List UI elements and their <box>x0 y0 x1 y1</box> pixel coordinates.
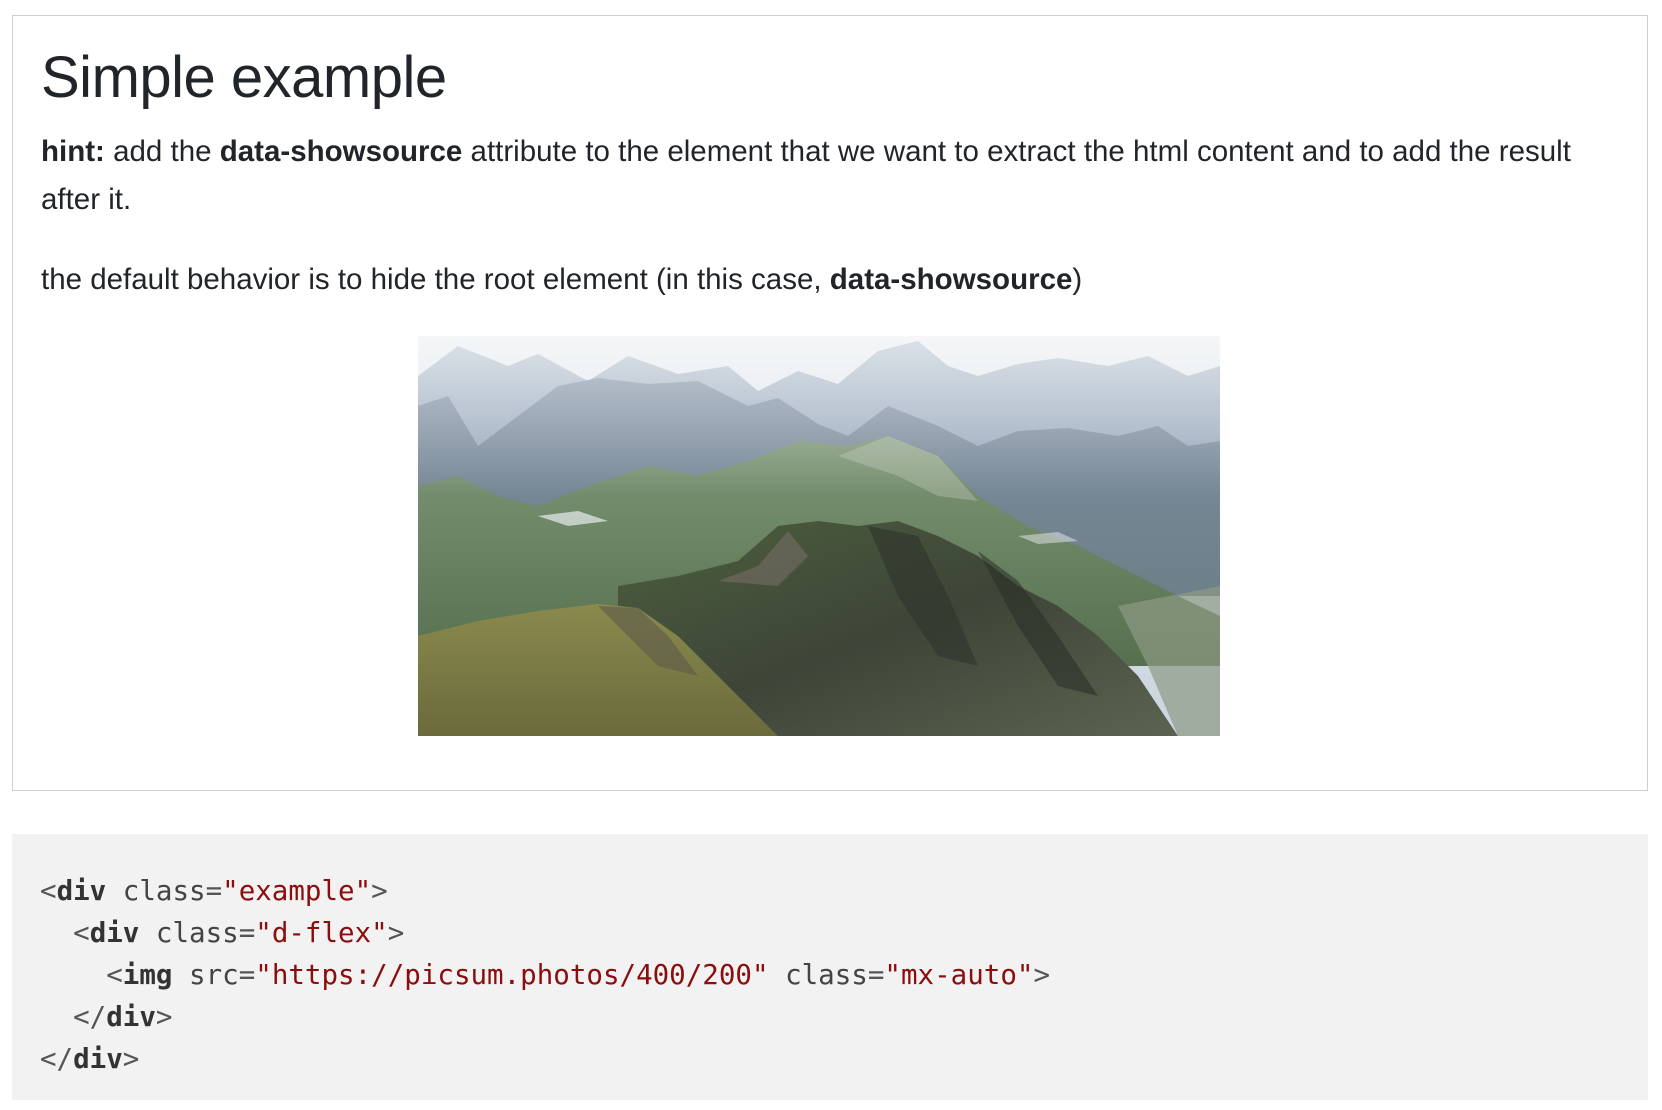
code-line: </div> <box>40 996 172 1038</box>
code-open-bracket: </ <box>40 1043 74 1075</box>
behavior-paragraph: the default behavior is to hide the root… <box>41 256 1571 304</box>
code-equals: = <box>238 959 256 991</box>
code-line: <div class="d-flex"> <box>40 912 404 954</box>
code-close-bracket: > <box>155 1001 173 1033</box>
code-attribute-value: "example" <box>222 875 372 907</box>
behavior-text-before: the default behavior is to hide the root… <box>41 263 830 296</box>
code-tag-name: img <box>122 959 173 991</box>
code-attribute-name: class <box>768 959 868 991</box>
code-attribute-name: class <box>106 875 206 907</box>
code-close-bracket: > <box>371 875 388 907</box>
code-equals: = <box>205 875 223 907</box>
code-tag-name: div <box>73 1043 123 1075</box>
hint-paragraph: hint: add the data-showsource attribute … <box>41 128 1571 224</box>
behavior-text-after: ) <box>1072 263 1083 296</box>
code-attribute-value: "mx-auto" <box>884 959 1034 991</box>
mountain-photo <box>418 336 1220 736</box>
code-open-bracket: < <box>73 917 90 949</box>
page-title: Simple example <box>41 45 447 110</box>
code-tag-name: div <box>106 1001 156 1033</box>
code-equals: = <box>238 917 256 949</box>
hint-label: hint: <box>41 135 105 168</box>
code-attribute-value: "d-flex" <box>255 917 388 949</box>
hint-attribute-name: data-showsource <box>219 135 463 168</box>
code-close-bracket: > <box>1033 959 1050 991</box>
code-line: <img src="https://picsum.photos/400/200"… <box>40 954 1050 996</box>
code-open-bracket: < <box>40 875 57 907</box>
hint-text-before: add the <box>104 135 220 168</box>
source-code-block: <div class="example"> <div class="d-flex… <box>12 834 1648 1100</box>
mountain-landscape-image <box>418 336 1220 736</box>
code-attribute-name: src <box>172 959 239 991</box>
code-close-bracket: > <box>122 1043 140 1075</box>
code-attribute-value: "https://picsum.photos/400/200" <box>255 959 769 991</box>
code-tag-name: div <box>56 875 107 907</box>
code-equals: = <box>867 959 885 991</box>
code-line: <div class="example"> <box>40 870 388 912</box>
code-line: </div> <box>40 1038 139 1080</box>
code-close-bracket: > <box>387 917 405 949</box>
code-tag-name: div <box>89 917 140 949</box>
behavior-attribute-name: data-showsource <box>829 263 1073 296</box>
code-open-bracket: </ <box>73 1001 107 1033</box>
code-open-bracket: < <box>106 959 123 991</box>
code-attribute-name: class <box>139 917 239 949</box>
